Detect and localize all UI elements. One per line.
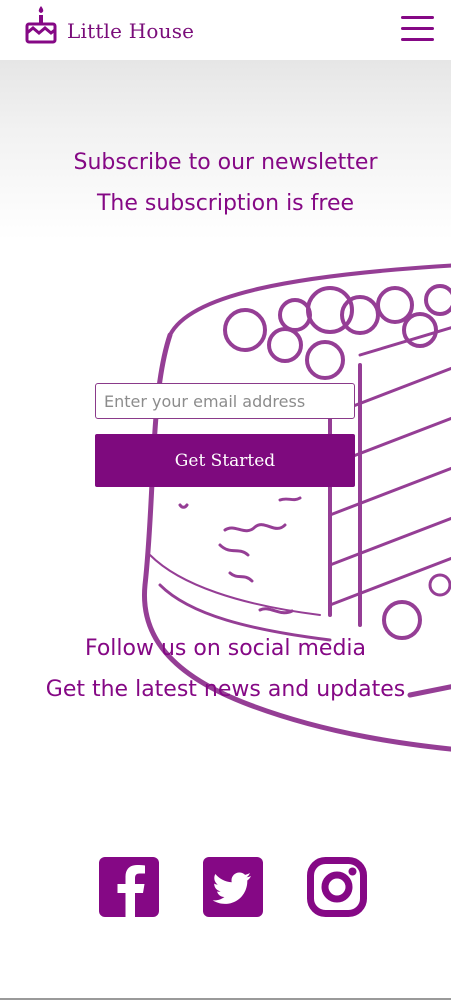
newsletter-subtitle: The subscription is free: [96, 191, 355, 216]
twitter-icon[interactable]: [203, 857, 263, 917]
brand-name: Little House: [67, 19, 195, 43]
menu-bar: [401, 38, 434, 41]
email-input[interactable]: [95, 383, 355, 419]
cake-logo-icon: [25, 6, 57, 44]
logo[interactable]: Little House: [24, 2, 194, 46]
social-title: Follow us on social media: [84, 636, 367, 661]
social-subtitle: Get the latest news and updates: [45, 677, 406, 702]
menu-bar: [401, 16, 434, 19]
newsletter-title: Subscribe to our newsletter: [73, 150, 378, 175]
instagram-icon[interactable]: [307, 857, 367, 917]
get-started-button[interactable]: Get Started: [95, 434, 355, 487]
facebook-icon[interactable]: [99, 857, 159, 917]
hamburger-menu-button[interactable]: [401, 15, 435, 43]
menu-bar: [401, 27, 434, 30]
header: Little House: [0, 0, 451, 60]
